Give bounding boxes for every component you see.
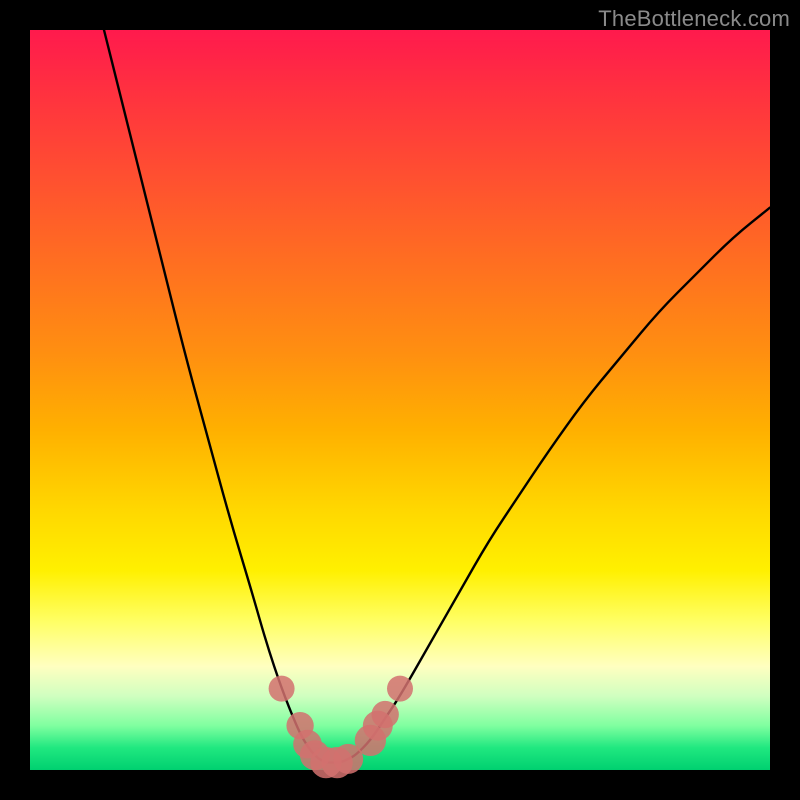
curve-marker: [387, 676, 413, 702]
chart-frame: TheBottleneck.com: [0, 0, 800, 800]
curve-marker: [372, 701, 399, 728]
bottleneck-curve: [104, 30, 770, 763]
curve-layer: [30, 30, 770, 770]
watermark-text: TheBottleneck.com: [598, 6, 790, 32]
curve-marker: [269, 676, 295, 702]
curve-markers: [269, 676, 413, 779]
plot-area: [30, 30, 770, 770]
